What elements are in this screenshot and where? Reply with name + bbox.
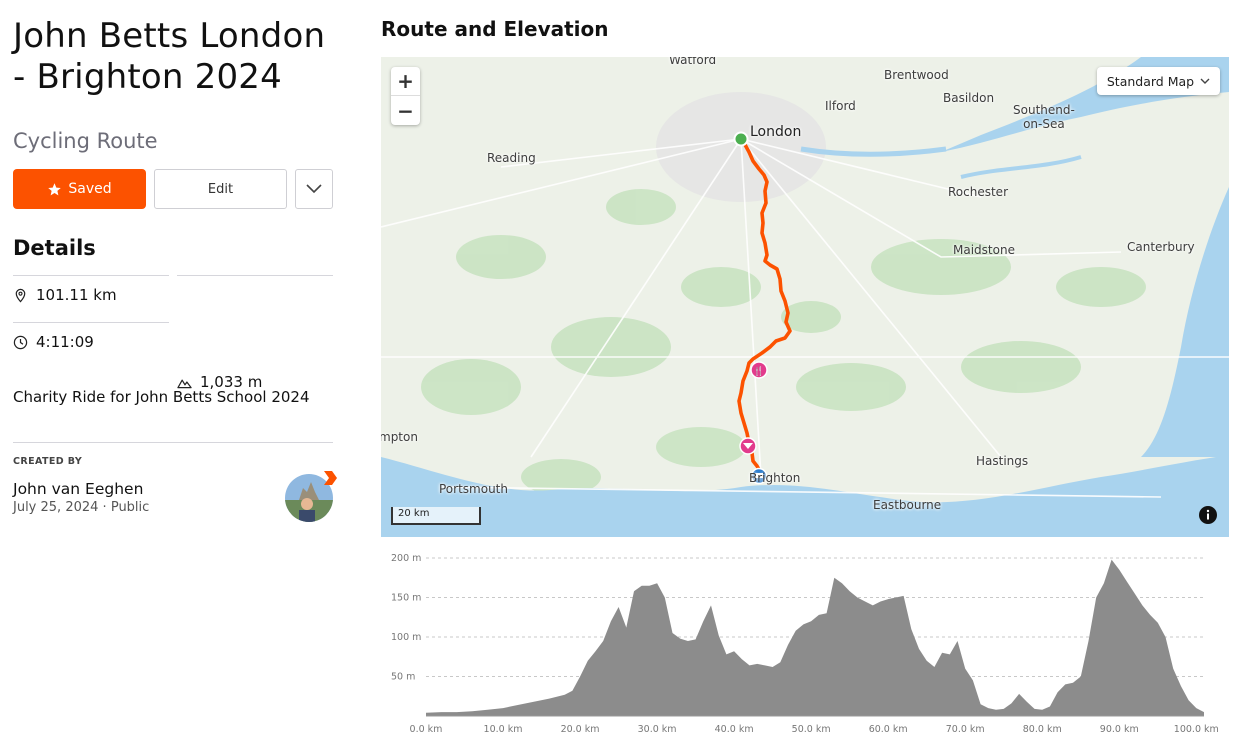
distance-stat: 101.11 km: [13, 275, 169, 304]
x-tick-label: 100.0 km: [1174, 724, 1219, 735]
zoom-in-button[interactable]: +: [391, 67, 420, 96]
created-date: July 25, 2024: [13, 500, 99, 515]
star-icon: [48, 182, 62, 195]
y-tick-label: 50 m: [391, 672, 415, 683]
map-heading: Route and Elevation: [381, 17, 609, 41]
place-eastbourne: Eastbourne: [873, 498, 942, 512]
place-hastings: Hastings: [976, 454, 1029, 468]
place-london: London: [750, 124, 802, 140]
place-maidstone: Maidstone: [953, 243, 1015, 257]
clock-icon: [13, 335, 28, 349]
x-tick-label: 90.0 km: [1100, 724, 1139, 735]
place-brighton: Brighton: [749, 471, 801, 485]
x-tick-label: 40.0 km: [715, 724, 754, 735]
x-tick-label: 70.0 km: [946, 724, 985, 735]
details-heading: Details: [13, 236, 96, 260]
saved-button[interactable]: Saved: [13, 169, 146, 209]
time-value: 4:11:09: [36, 333, 94, 351]
created-by-label: CREATED BY: [13, 456, 83, 467]
action-buttons: Saved Edit: [13, 169, 333, 209]
more-options-button[interactable]: [295, 169, 333, 209]
place-watford: Watford: [669, 57, 717, 67]
place-basildon: Basildon: [943, 91, 995, 105]
meta-separator: ·: [102, 500, 107, 515]
location-pin-icon: [15, 288, 26, 303]
chevron-down-icon: [306, 184, 322, 194]
place-brentwood: Brentwood: [884, 68, 949, 82]
saved-label: Saved: [68, 181, 112, 197]
x-tick-label: 20.0 km: [561, 724, 600, 735]
x-tick-label: 80.0 km: [1023, 724, 1062, 735]
zoom-out-button[interactable]: −: [391, 96, 420, 125]
subscriber-badge-icon: [324, 471, 337, 485]
svg-text:🍴: 🍴: [753, 365, 764, 377]
visibility: Public: [110, 500, 150, 515]
elevation-area: [426, 559, 1204, 716]
y-tick-label: 150 m: [391, 593, 421, 604]
route-map[interactable]: 🍴 Watford Brentwood Basildon Ilford Sout…: [381, 57, 1229, 537]
time-stat: 4:11:09: [13, 322, 169, 351]
route-description: Charity Ride for John Betts School 2024: [13, 388, 310, 406]
route-type: Cycling Route: [13, 129, 158, 153]
y-tick-label: 200 m: [391, 553, 421, 564]
chevron-down-icon: [1200, 78, 1210, 84]
place-southend: Southend- on-Sea: [1013, 103, 1075, 131]
place-rochester: Rochester: [948, 185, 1008, 199]
map-base: 🍴: [381, 57, 1229, 537]
x-tick-label: 10.0 km: [484, 724, 523, 735]
map-style-label: Standard Map: [1106, 73, 1195, 89]
place-southampton: mpton: [381, 430, 418, 444]
x-tick-label: 30.0 km: [638, 724, 677, 735]
place-canterbury: Canterbury: [1127, 240, 1195, 254]
place-reading: Reading: [487, 151, 536, 165]
edit-button[interactable]: Edit: [154, 169, 287, 209]
creator-name-link[interactable]: John van Eeghen: [13, 480, 143, 498]
place-portsmouth: Portsmouth: [439, 482, 508, 496]
elevation-chart[interactable]: 50 m 100 m 150 m 200 m 0.0 km 10.0 km 20.0 km 3…: [381, 542, 1229, 745]
route-title: John Betts London - Brighton 2024: [13, 16, 326, 97]
info-icon[interactable]: [1198, 505, 1218, 525]
x-tick-label: 0.0 km: [410, 724, 443, 735]
x-tick-label: 60.0 km: [869, 724, 908, 735]
elevation-stat: 1,033 m: [177, 275, 333, 478]
map-scale: 20 km: [391, 507, 481, 525]
zoom-controls: + −: [391, 67, 420, 125]
route-meta: July 25, 2024 · Public: [13, 500, 149, 515]
map-style-dropdown[interactable]: Standard Map: [1097, 67, 1220, 95]
place-ilford: Ilford: [825, 99, 856, 113]
y-tick-label: 100 m: [391, 632, 421, 643]
distance-value: 101.11 km: [36, 286, 117, 304]
divider: [13, 442, 333, 443]
x-tick-label: 50.0 km: [792, 724, 831, 735]
